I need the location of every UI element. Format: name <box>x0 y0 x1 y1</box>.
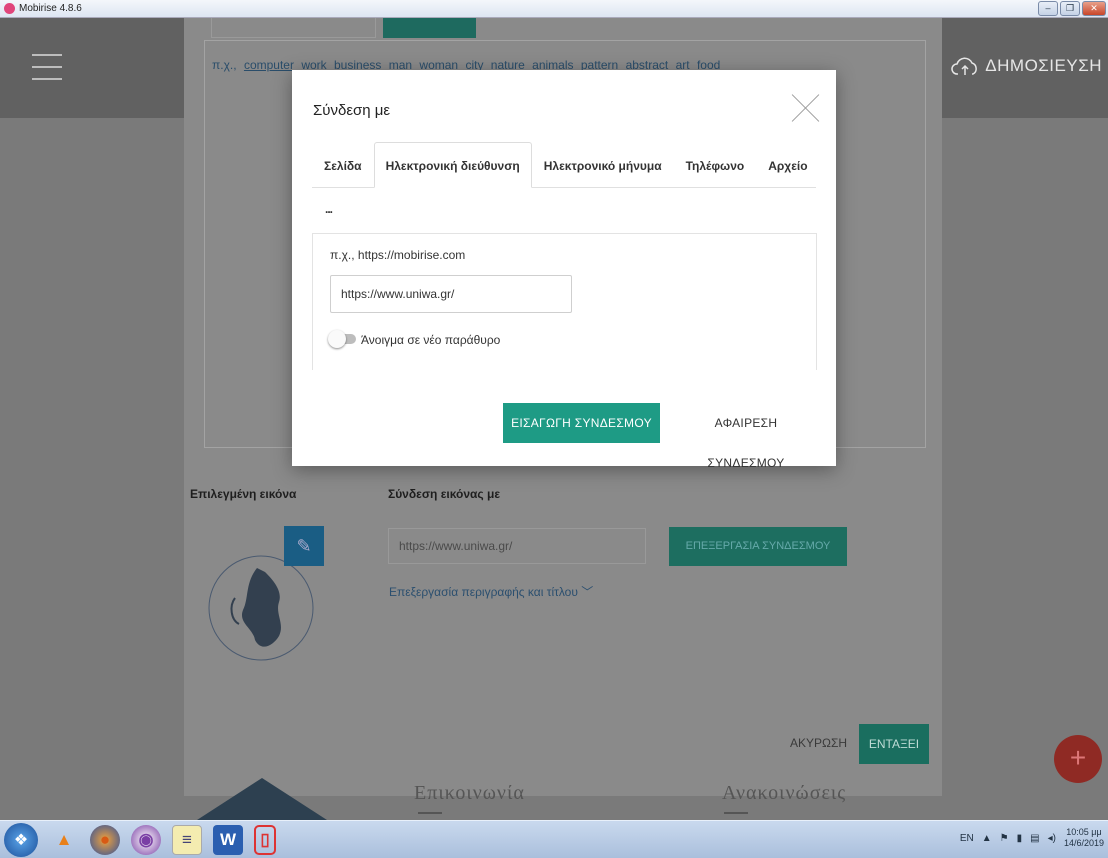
image-search-input[interactable] <box>211 18 376 38</box>
tab-web-address[interactable]: Ηλεκτρονική διεύθυνση <box>373 142 532 188</box>
tags-prefix: π.χ., <box>212 58 237 72</box>
notepad-icon[interactable]: ≡ <box>172 824 202 855</box>
remove-link-button[interactable]: ΑΦΑΙΡΕΣΗ ΣΥΝΔΕΣΜΟΥ <box>676 403 816 470</box>
tag-link[interactable]: computer <box>244 58 294 72</box>
edit-description-label: Επεξεργασία περιγραφής και τίτλου <box>389 585 578 599</box>
url-input[interactable]: https://www.uniwa.gr/ <box>330 275 572 313</box>
clock[interactable]: 10:05 μμ 14/6/2019 <box>1064 827 1104 849</box>
volume-icon[interactable]: ◂) <box>1048 833 1056 844</box>
tab-more[interactable]: ... <box>325 202 333 216</box>
cloud-upload-icon <box>951 57 978 75</box>
image-link-input[interactable]: https://www.uniwa.gr/ <box>388 528 646 564</box>
taskbar: ❖ ▲ ● ◉ ≡ W ▯ EN ▲ ⚑ ▮ ▤ ◂) 10:05 μμ 14/… <box>0 820 1108 858</box>
maximize-button[interactable]: ❐ <box>1060 1 1080 16</box>
tab-email[interactable]: Ηλεκτρονικό μήνυμα <box>532 142 674 187</box>
image-search-button[interactable] <box>383 18 476 38</box>
chevron-down-icon: ﹀ <box>581 585 594 599</box>
edit-description-link[interactable]: Επεξεργασία περιγραφής και τίτλου ﹀ <box>389 583 593 600</box>
tab-page[interactable]: Σελίδα <box>312 142 374 187</box>
link-dialog: Σύνδεση με Σελίδα Ηλεκτρονική διεύθυνση … <box>292 70 836 470</box>
edit-pencil-icon[interactable]: ✎ <box>284 526 324 566</box>
network-icon[interactable]: ▤ <box>1030 833 1039 844</box>
publish-label: ΔΗΜΟΣΙΕΥΣΗ <box>985 56 1102 75</box>
hamburger-menu-icon[interactable] <box>32 54 62 90</box>
url-hint: π.χ., https://mobirise.com <box>330 248 466 262</box>
plus-icon: + <box>1069 742 1087 773</box>
start-button[interactable]: ❖ <box>4 822 38 857</box>
publish-button[interactable]: ΔΗΜΟΣΙΕΥΣΗ <box>951 55 1102 77</box>
scroll-up-shape <box>197 778 327 820</box>
clock-date: 14/6/2019 <box>1063 838 1104 848</box>
tor-browser-icon[interactable]: ◉ <box>131 824 161 855</box>
selected-image-label: Επιλεγμένη εικόνα <box>190 487 297 501</box>
link-type-tabs: Σελίδα Ηλεκτρονική διεύθυνση Ηλεκτρονικό… <box>312 142 816 188</box>
close-icon[interactable] <box>790 92 822 124</box>
edit-link-button[interactable]: ΕΠΕΞΕΡΓΑΣΙΑ ΣΥΝΔΕΣΜΟΥ <box>669 527 847 566</box>
window-title: Mobirise 4.8.6 <box>19 3 82 14</box>
new-window-toggle[interactable] <box>328 330 356 348</box>
url-form: π.χ., https://mobirise.com https://www.u… <box>312 233 817 370</box>
new-window-label: Άνοιγμα σε νέο παράθυρο <box>361 333 501 347</box>
footer-heading-contact: Επικοινωνία <box>414 782 525 804</box>
close-window-button[interactable]: ✕ <box>1082 1 1106 16</box>
mobirise-app-icon <box>4 3 15 14</box>
word-icon[interactable]: W <box>213 824 243 855</box>
tab-phone[interactable]: Τηλέφωνο <box>674 142 757 187</box>
cancel-button[interactable]: ΑΚΥΡΩΣΗ <box>790 736 847 750</box>
footer-heading-announcements: Ανακοινώσεις <box>722 782 847 804</box>
firefox-icon[interactable]: ● <box>90 824 120 855</box>
window-title-bar: Mobirise 4.8.6 – ❐ ✕ <box>0 0 1108 18</box>
image-link-label: Σύνδεση εικόνας με <box>388 487 501 501</box>
dialog-title: Σύνδεση με <box>313 102 391 119</box>
flag-icon[interactable]: ⚑ <box>1000 833 1009 844</box>
show-hidden-icons-icon[interactable]: ▲ <box>982 833 992 844</box>
phone-app-icon[interactable]: ▯ <box>254 824 276 855</box>
system-tray: EN ▲ ⚑ ▮ ▤ ◂) 10:05 μμ 14/6/2019 <box>960 827 1104 849</box>
minimize-button[interactable]: – <box>1038 1 1058 16</box>
battery-icon[interactable]: ▮ <box>1017 833 1023 844</box>
language-indicator[interactable]: EN <box>960 833 974 844</box>
ok-button[interactable]: ΕΝΤΑΞΕΙ <box>859 724 929 764</box>
insert-link-button[interactable]: ΕΙΣΑΓΩΓΗ ΣΥΝΔΕΣΜΟΥ <box>503 403 660 443</box>
footer-divider <box>418 812 442 814</box>
tab-file[interactable]: Αρχείο <box>756 142 819 187</box>
vlc-icon[interactable]: ▲ <box>49 825 79 855</box>
clock-time: 10:05 μμ <box>1066 827 1102 837</box>
add-block-button[interactable]: + <box>1054 735 1102 783</box>
footer-divider <box>724 812 748 814</box>
